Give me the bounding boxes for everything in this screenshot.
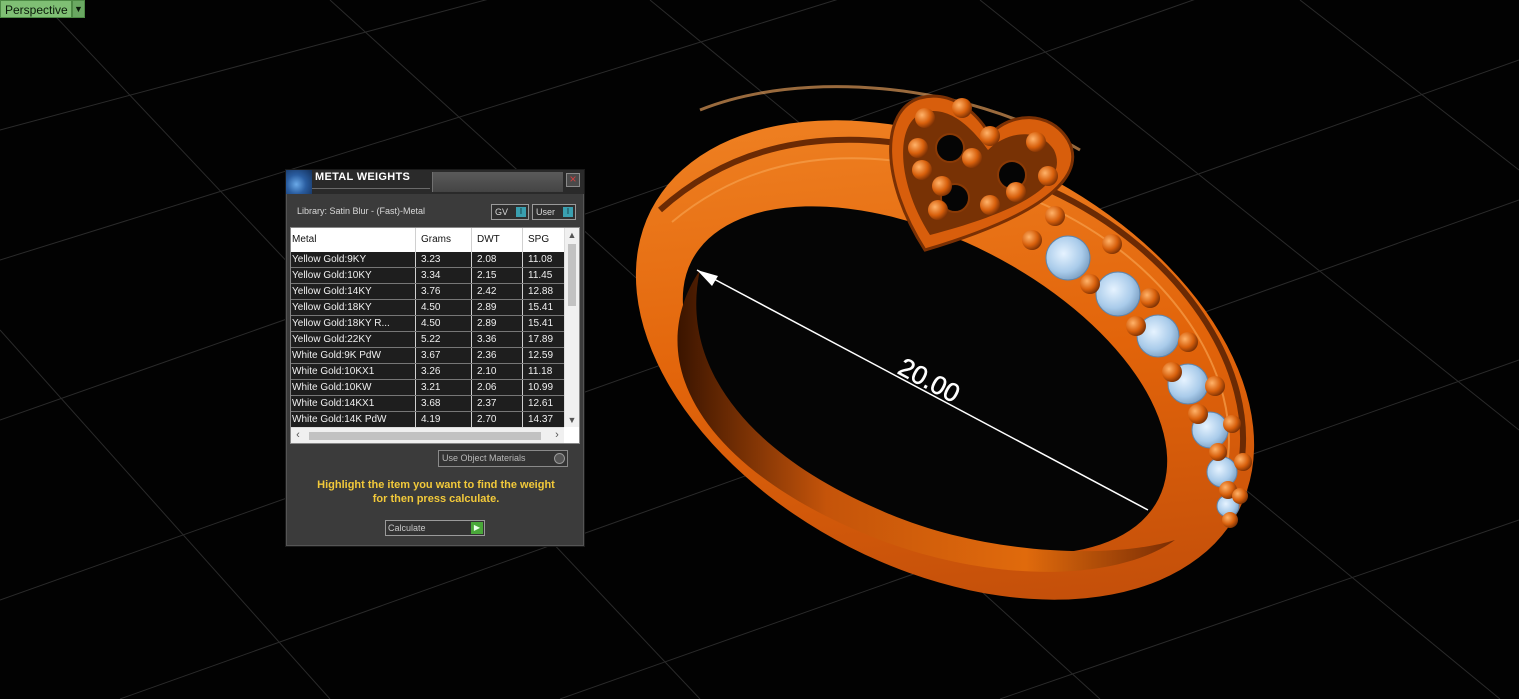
metal-weights-dialog: METAL WEIGHTS × Library: Satin Blur - (F… bbox=[285, 169, 585, 547]
cell-spg: 17.89 bbox=[528, 334, 554, 345]
cell-grams: 4.50 bbox=[416, 300, 472, 315]
column-header-grams[interactable]: Grams bbox=[416, 228, 472, 252]
library-label: Library: Satin Blur - (Fast)-Metal bbox=[297, 206, 426, 216]
instructions-line-1: Highlight the item you want to find the … bbox=[317, 479, 555, 491]
user-toggle-label: User bbox=[536, 207, 556, 217]
cell-metal: Yellow Gold:10KY bbox=[291, 268, 416, 283]
cell-metal: Yellow Gold:18KY R... bbox=[291, 316, 416, 331]
metal-table: Metal Grams DWT SPG Yellow Gold:9KY 3.23 2… bbox=[290, 227, 580, 444]
cell-metal: Yellow Gold:9KY bbox=[291, 252, 416, 267]
gv-toggle-label: GV bbox=[495, 207, 509, 217]
table-row[interactable]: Yellow Gold:18KY R... 4.50 2.89 15.41 bbox=[291, 316, 564, 332]
close-icon[interactable]: × bbox=[566, 173, 580, 187]
cell-spg: 15.41 bbox=[528, 318, 554, 329]
vertical-scroll-thumb[interactable] bbox=[568, 244, 576, 306]
cell-dwt: 2.06 bbox=[472, 380, 523, 395]
cell-metal: Yellow Gold:18KY bbox=[291, 300, 416, 315]
user-toggle[interactable]: User I bbox=[532, 204, 576, 220]
cell-grams: 3.67 bbox=[416, 348, 472, 363]
cell-dwt: 2.37 bbox=[472, 396, 523, 411]
instructions-text: Highlight the item you want to find the … bbox=[296, 478, 576, 506]
vertical-scrollbar[interactable]: ▲ ▼ bbox=[564, 228, 579, 427]
title-tab-divider bbox=[312, 188, 430, 195]
cell-grams: 5.22 bbox=[416, 332, 472, 347]
table-row[interactable]: White Gold:14K PdW 4.19 2.70 14.37 bbox=[291, 412, 564, 427]
column-header-spg[interactable]: SPG bbox=[523, 228, 564, 252]
gv-toggle[interactable]: GV I bbox=[491, 204, 529, 220]
table-row[interactable]: Yellow Gold:9KY 3.23 2.08 11.08 bbox=[291, 252, 564, 268]
dialog-titlebar[interactable]: METAL WEIGHTS × bbox=[286, 170, 584, 194]
cell-spg: 12.61 bbox=[528, 398, 554, 409]
cell-dwt: 2.42 bbox=[472, 284, 523, 299]
column-header-dwt[interactable]: DWT bbox=[472, 228, 523, 252]
cell-dwt: 2.89 bbox=[472, 316, 523, 331]
cell-dwt: 2.15 bbox=[472, 268, 523, 283]
table-row[interactable]: Yellow Gold:22KY 5.22 3.36 17.89 bbox=[291, 332, 564, 348]
cell-metal: White Gold:14KX1 bbox=[291, 396, 416, 411]
radio-icon bbox=[554, 453, 565, 464]
cell-grams: 3.34 bbox=[416, 268, 472, 283]
use-object-materials-checkbox[interactable]: Use Object Materials bbox=[438, 450, 568, 467]
cell-grams: 3.68 bbox=[416, 396, 472, 411]
cell-grams: 3.21 bbox=[416, 380, 472, 395]
table-row[interactable]: White Gold:14KX1 3.68 2.37 12.61 bbox=[291, 396, 564, 412]
cell-metal: Yellow Gold:22KY bbox=[291, 332, 416, 347]
cell-dwt: 3.36 bbox=[472, 332, 523, 347]
calculate-button[interactable]: Calculate ▶ bbox=[385, 520, 485, 536]
cell-grams: 3.23 bbox=[416, 252, 472, 267]
cell-dwt: 2.10 bbox=[472, 364, 523, 379]
title-drag-area[interactable] bbox=[432, 172, 563, 192]
toggle-knob-icon: I bbox=[563, 207, 573, 217]
table-row[interactable]: Yellow Gold:18KY 4.50 2.89 15.41 bbox=[291, 300, 564, 316]
horizontal-scroll-thumb[interactable] bbox=[309, 432, 541, 440]
cell-metal: White Gold:14K PdW bbox=[291, 412, 416, 427]
viewport-label[interactable]: Perspective bbox=[0, 0, 72, 18]
play-arrow-icon: ▶ bbox=[471, 522, 483, 534]
table-body: Yellow Gold:9KY 3.23 2.08 11.08 Yellow Gold… bbox=[291, 252, 564, 427]
cell-spg: 15.41 bbox=[528, 302, 554, 313]
horizontal-scrollbar[interactable]: ‹ › bbox=[291, 427, 564, 443]
cell-spg: 14.37 bbox=[528, 414, 554, 425]
cell-spg: 11.18 bbox=[528, 366, 553, 377]
app-logo-icon bbox=[286, 170, 312, 194]
cell-grams: 4.50 bbox=[416, 316, 472, 331]
cell-spg: 12.88 bbox=[528, 286, 554, 297]
cell-dwt: 2.08 bbox=[472, 252, 523, 267]
scroll-up-icon[interactable]: ▲ bbox=[565, 228, 579, 242]
scroll-down-icon[interactable]: ▼ bbox=[565, 413, 579, 427]
cell-dwt: 2.36 bbox=[472, 348, 523, 363]
3d-viewport[interactable]: 20.00 bbox=[0, 0, 1519, 699]
cell-spg: 11.45 bbox=[528, 270, 553, 281]
cell-grams: 3.76 bbox=[416, 284, 472, 299]
use-object-materials-label: Use Object Materials bbox=[442, 453, 526, 463]
instructions-line-2: for then press calculate. bbox=[372, 493, 500, 505]
toggle-knob-icon: I bbox=[516, 207, 526, 217]
cell-metal: Yellow Gold:14KY bbox=[291, 284, 416, 299]
cell-dwt: 2.70 bbox=[472, 412, 523, 427]
cell-grams: 4.19 bbox=[416, 412, 472, 427]
table-header: Metal Grams DWT SPG bbox=[291, 228, 564, 252]
table-row[interactable]: White Gold:10KW 3.21 2.06 10.99 bbox=[291, 380, 564, 396]
viewport-menu-arrow-icon[interactable]: ▼ bbox=[72, 0, 85, 18]
cell-spg: 11.08 bbox=[528, 254, 553, 265]
table-row[interactable]: Yellow Gold:10KY 3.34 2.15 11.45 bbox=[291, 268, 564, 284]
cell-metal: White Gold:9K PdW bbox=[291, 348, 416, 363]
cell-metal: White Gold:10KW bbox=[291, 380, 416, 395]
cell-spg: 10.99 bbox=[528, 382, 554, 393]
cell-spg: 12.59 bbox=[528, 350, 554, 361]
scroll-left-icon[interactable]: ‹ bbox=[291, 428, 305, 443]
table-row[interactable]: White Gold:10KX1 3.26 2.10 11.18 bbox=[291, 364, 564, 380]
cell-dwt: 2.89 bbox=[472, 300, 523, 315]
column-header-metal[interactable]: Metal bbox=[291, 228, 416, 252]
cell-grams: 3.26 bbox=[416, 364, 472, 379]
table-row[interactable]: Yellow Gold:14KY 3.76 2.42 12.88 bbox=[291, 284, 564, 300]
cell-metal: White Gold:10KX1 bbox=[291, 364, 416, 379]
scroll-right-icon[interactable]: › bbox=[550, 428, 564, 443]
calculate-label: Calculate bbox=[388, 523, 426, 533]
table-row[interactable]: White Gold:9K PdW 3.67 2.36 12.59 bbox=[291, 348, 564, 364]
